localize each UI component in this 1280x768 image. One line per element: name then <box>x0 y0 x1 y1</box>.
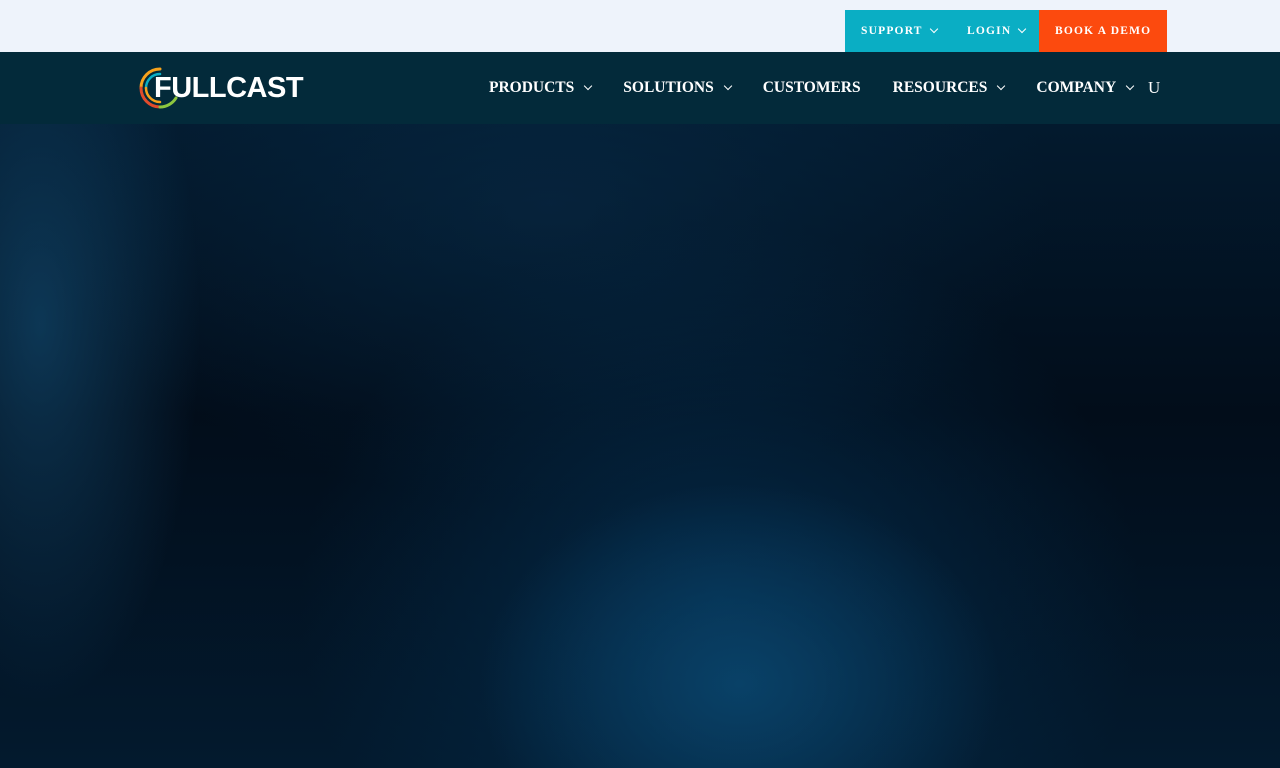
book-demo-button[interactable]: BOOK A DEMO <box>1039 10 1167 52</box>
nav-item-company[interactable]: COMPANY <box>1036 79 1135 97</box>
nav-item-label: COMPANY <box>1036 79 1117 96</box>
hero-section <box>0 124 1280 768</box>
nav-item-label: PRODUCTS <box>489 79 575 96</box>
nav-item-label: CUSTOMERS <box>762 79 861 96</box>
login-label: LOGIN <box>967 25 1012 37</box>
nav-item-solutions[interactable]: SOLUTIONS <box>623 79 732 97</box>
brand-logo-link[interactable]: FULLCAST <box>138 66 304 110</box>
chevron-down-icon <box>997 81 1006 91</box>
primary-menu: PRODUCTS SOLUTIONS CUSTOMERS RESOURCES C… <box>489 52 1165 124</box>
support-menu-button[interactable]: SUPPORT <box>845 10 951 52</box>
support-label: SUPPORT <box>861 25 923 37</box>
utility-bar: SUPPORT LOGIN BOOK A DEMO <box>0 0 1280 52</box>
chevron-down-icon <box>929 24 938 34</box>
nav-item-label: RESOURCES <box>892 79 988 96</box>
nav-item-label: SOLUTIONS <box>623 79 714 96</box>
chevron-down-icon <box>1018 24 1027 34</box>
chevron-down-icon <box>584 81 593 91</box>
utility-nav: SUPPORT LOGIN BOOK A DEMO <box>845 10 1167 52</box>
chevron-down-icon <box>1125 81 1135 91</box>
main-navigation: FULLCAST PRODUCTS SOLUTIONS CUSTOMERS RE… <box>0 52 1280 124</box>
login-menu-button[interactable]: LOGIN <box>951 10 1039 52</box>
nav-item-resources[interactable]: RESOURCES <box>892 79 1006 97</box>
chevron-down-icon <box>723 81 732 91</box>
brand-wordmark: FULLCAST <box>154 72 304 104</box>
nav-extra-item[interactable]: U <box>1148 78 1160 98</box>
nav-item-products[interactable]: PRODUCTS <box>489 79 593 97</box>
book-demo-label: BOOK A DEMO <box>1055 25 1152 37</box>
nav-item-customers[interactable]: CUSTOMERS <box>763 79 861 97</box>
